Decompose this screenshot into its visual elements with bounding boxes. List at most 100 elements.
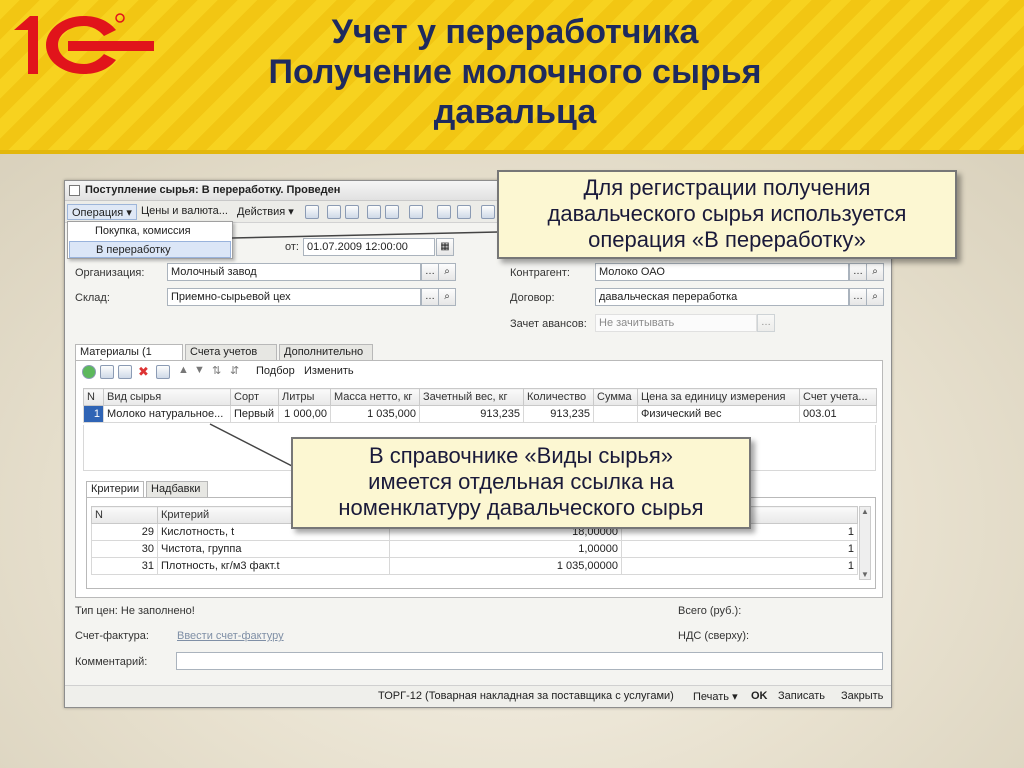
finish-edit-icon[interactable] [156,365,170,379]
calendar-icon[interactable]: ▦ [436,238,454,256]
add-icon[interactable] [82,365,96,379]
quantity-cell[interactable]: 913,235 [523,405,594,423]
total-label: Всего (руб.): [678,605,742,617]
prices-currency-button[interactable]: Цены и валюта... [137,204,232,220]
column-header[interactable]: Литры [278,388,331,406]
tab-surcharges[interactable]: Надбавки [146,481,208,497]
date-field[interactable]: 01.07.2009 12:00:00 [303,238,435,256]
criterion-name-cell[interactable]: Плотность, кг/м3 факт.t [157,557,390,575]
operation-menu-button[interactable]: Операция ▾ [67,204,137,220]
warehouse-open-icon[interactable]: ⌕ [438,288,456,306]
contract-label: Договор: [510,292,555,304]
sort-asc-icon[interactable]: ⇅ [212,364,221,377]
copy-row-icon[interactable] [100,365,114,379]
tab-additional[interactable]: Дополнительно [279,344,373,360]
menu-item-processing[interactable]: В переработку [69,241,231,258]
column-header[interactable]: Зачетный вес, кг [419,388,524,406]
column-header[interactable]: Счет учета... [799,388,877,406]
criteria-scrollbar[interactable]: ▲ ▼ [859,506,871,580]
price-type-text: Тип цен: Не заполнено! [75,605,195,617]
credited-weight-cell[interactable]: 913,235 [419,405,524,423]
actions-menu-button[interactable]: Действия ▾ [233,204,298,220]
column-header[interactable]: N [91,506,158,524]
column-header[interactable]: Цена за единицу измерения [637,388,800,406]
callout-line: имеется отдельная ссылка на [368,469,674,494]
change-button[interactable]: Изменить [304,365,354,377]
criterion-value-cell[interactable]: 1,00000 [389,540,622,558]
move-up-icon[interactable]: ▲ [178,364,189,376]
structure-icon[interactable] [367,205,381,219]
unit-price-cell[interactable]: Физический вес [637,405,800,423]
column-header[interactable]: Масса нетто, кг [330,388,420,406]
advance-field[interactable]: Не зачитывать [595,314,757,332]
sort-desc-icon[interactable]: ⇵ [230,364,239,377]
criterion-number-cell[interactable]: 31 [91,557,158,575]
counterparty-open-icon[interactable]: ⌕ [866,263,884,281]
print-button[interactable]: Печать ▾ [693,690,738,703]
warehouse-field[interactable]: Приемно-сырьевой цех [167,288,421,306]
organization-field[interactable]: Молочный завод [167,263,421,281]
scroll-down-icon[interactable]: ▼ [861,570,869,579]
criterion-name-cell[interactable]: Чистота, группа [157,540,390,558]
column-header[interactable]: Сорт [230,388,279,406]
warehouse-select-button[interactable]: … [421,288,439,306]
column-header[interactable]: Вид сырья [103,388,231,406]
materials-table: N Вид сырья Сорт Литры Масса нетто, кг З… [83,388,877,423]
criterion-coef-cell[interactable]: 1 [621,540,858,558]
enter-invoice-link[interactable]: Ввести счет-фактуру [177,630,284,642]
sum-cell[interactable] [593,405,638,423]
comment-field[interactable] [176,652,883,670]
callout-line: номенклатуру давальческого сырья [338,495,704,520]
contract-field[interactable]: давальческая переработка [595,288,849,306]
advance-select-button[interactable]: … [757,314,775,332]
delete-icon[interactable]: ✖ [138,364,149,380]
net-mass-cell[interactable]: 1 035,000 [330,405,420,423]
save-button[interactable]: Записать [778,690,825,702]
window-footer: ТОРГ-12 (Товарная накладная за поставщик… [65,685,891,707]
post-icon[interactable] [305,205,319,219]
move-down-icon[interactable]: ▼ [194,364,205,376]
refresh-icon[interactable] [327,205,341,219]
counterparty-field[interactable]: Молоко ОАО [595,263,849,281]
column-header[interactable]: Количество [523,388,594,406]
filter-icon[interactable] [481,205,495,219]
table-row[interactable]: 30 Чистота, группа 1,00000 1 [91,540,858,558]
criterion-number-cell[interactable]: 30 [91,540,158,558]
column-header[interactable]: Сумма [593,388,638,406]
ok-button[interactable]: OK [751,690,768,702]
copy-icon[interactable] [345,205,359,219]
edit-icon[interactable] [118,365,132,379]
table-row[interactable]: 1 Молоко натуральное... Первый 1 000,00 … [83,405,877,423]
tab-accounts[interactable]: Счета учетов [185,344,277,360]
report-icon[interactable] [385,205,399,219]
settings-icon[interactable] [409,205,423,219]
menu-item-purchase-commission[interactable]: Покупка, комиссия [69,223,231,240]
contract-open-icon[interactable]: ⌕ [866,288,884,306]
sub-tabs: Критерии Надбавки [86,481,246,497]
account-cell[interactable]: 003.01 [799,405,877,423]
grade-cell[interactable]: Первый [230,405,279,423]
sort-icon[interactable] [437,205,451,219]
organization-open-icon[interactable]: ⌕ [438,263,456,281]
counterparty-select-button[interactable]: … [849,263,867,281]
liters-cell[interactable]: 1 000,00 [278,405,331,423]
scroll-up-icon[interactable]: ▲ [861,507,869,516]
criterion-number-cell[interactable]: 29 [91,523,158,541]
raw-type-cell[interactable]: Молоко натуральное... [103,405,231,423]
criterion-coef-cell[interactable]: 1 [621,557,858,575]
contract-select-button[interactable]: … [849,288,867,306]
pick-button[interactable]: Подбор [256,365,295,377]
materials-header-row: N Вид сырья Сорт Литры Масса нетто, кг З… [83,388,877,406]
vat-label: НДС (сверху): [678,630,750,642]
document-list-icon[interactable] [457,205,471,219]
criterion-value-cell[interactable]: 1 035,00000 [389,557,622,575]
row-number-cell[interactable]: 1 [83,405,104,423]
tab-materials[interactable]: Материалы (1 поз.) [75,344,183,370]
column-header[interactable]: N [83,388,104,406]
callout-line: давальческого сырья используется [547,201,907,226]
torg-12-button[interactable]: ТОРГ-12 (Товарная накладная за поставщик… [378,690,674,702]
close-button[interactable]: Закрыть [841,690,883,702]
tab-criteria[interactable]: Критерии [86,481,144,497]
organization-select-button[interactable]: … [421,263,439,281]
table-row[interactable]: 31 Плотность, кг/м3 факт.t 1 035,00000 1 [91,557,858,575]
